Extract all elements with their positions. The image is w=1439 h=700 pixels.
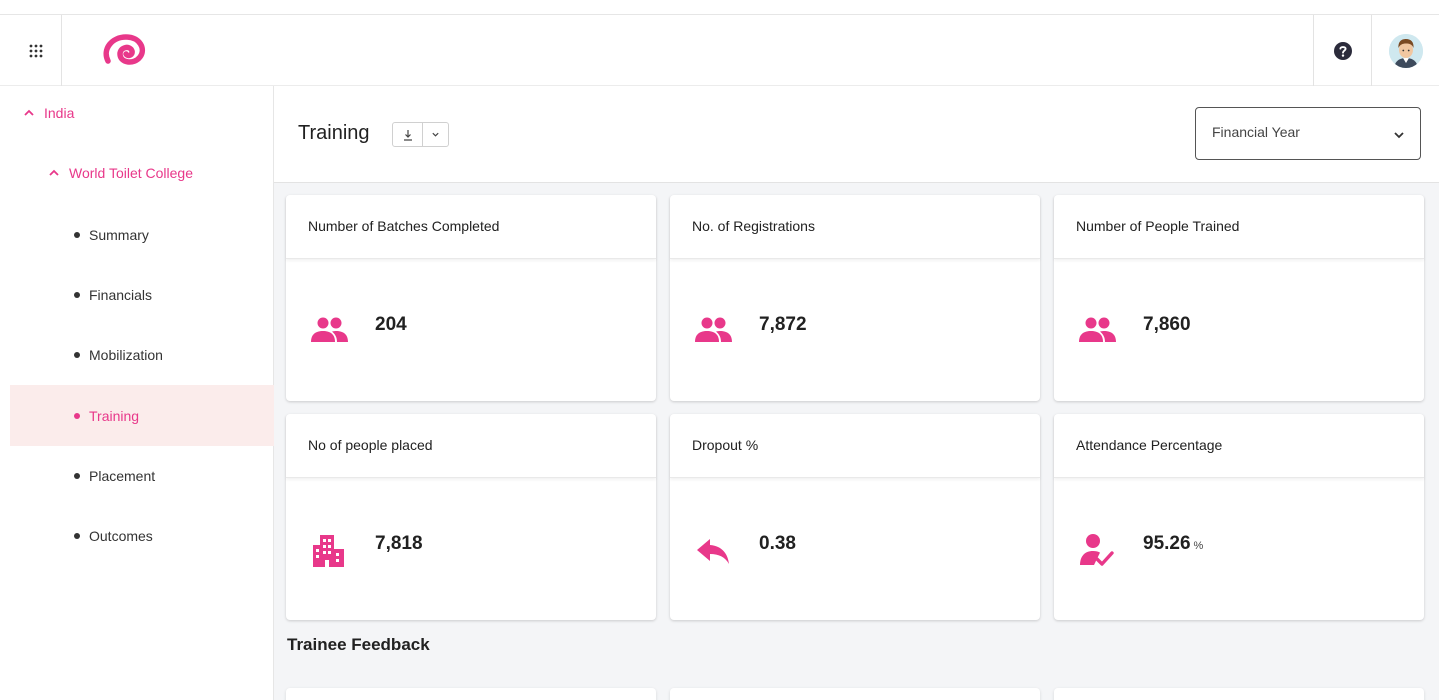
card-value: 7,860 (1143, 314, 1191, 335)
card-title: Dropout % (692, 437, 759, 453)
person-check-icon (1080, 534, 1114, 566)
card-value: 7,818 (375, 533, 423, 554)
download-icon (403, 129, 412, 141)
sidebar-item-summary[interactable]: Summary (10, 204, 274, 265)
card-value-number: 95.26 (1143, 533, 1191, 554)
chevron-down-icon (432, 132, 439, 137)
bullet-icon (74, 291, 80, 298)
sidebar-item-training[interactable]: Training (10, 385, 274, 446)
download-button-group (392, 122, 449, 147)
card-value: 7,872 (759, 314, 807, 335)
user-menu[interactable] (1371, 15, 1439, 87)
card-header: Attendance Percentage (1054, 414, 1424, 478)
bullet-icon (74, 351, 80, 358)
people-icon (1079, 317, 1116, 342)
help-button[interactable] (1313, 15, 1371, 87)
card-header: No of people placed (286, 414, 656, 478)
sidebar-item-label: Mobilization (89, 346, 163, 363)
building-icon (313, 535, 344, 567)
card-title: Attendance Percentage (1076, 437, 1223, 453)
card-title: No. of Registrations (692, 218, 815, 234)
bullet-icon (74, 231, 80, 238)
country-label: India (44, 105, 75, 121)
feedback-card (670, 688, 1040, 700)
people-icon (311, 317, 348, 342)
feedback-card (286, 688, 656, 700)
card-header: Number of People Trained (1054, 195, 1424, 259)
main-content: Training Financial Year Number of Batche… (274, 86, 1439, 700)
sidebar-item-label: Placement (89, 467, 156, 484)
sidebar-item-label: Summary (89, 226, 149, 243)
chevron-up-icon (24, 109, 34, 116)
sidebar-item-label: Financials (89, 286, 153, 303)
card-header: Dropout % (670, 414, 1040, 478)
feedback-card (1054, 688, 1424, 700)
card-title: Number of Batches Completed (308, 218, 500, 234)
sidebar-item-financials[interactable]: Financials (10, 264, 274, 325)
sidebar: India World Toilet College Summary Finan… (0, 86, 274, 700)
kpi-card-people-placed: No of people placed 7,818 (286, 414, 656, 620)
tree-node-organization[interactable]: World Toilet College (47, 165, 193, 181)
brand-logo[interactable] (100, 33, 150, 69)
sidebar-item-label: Outcomes (89, 527, 153, 544)
people-icon (695, 317, 732, 342)
help-icon (1333, 42, 1352, 60)
reply-arrow-icon (697, 539, 729, 564)
download-button[interactable] (393, 123, 423, 146)
card-value-unit: % (1193, 540, 1204, 552)
apps-grid-icon (29, 44, 42, 58)
section-title: Trainee Feedback (287, 635, 430, 654)
sidebar-item-mobilization[interactable]: Mobilization (10, 324, 274, 385)
card-header: No. of Registrations (670, 195, 1040, 259)
chevron-down-icon (1394, 132, 1404, 139)
kpi-card-registrations: No. of Registrations 7,872 (670, 195, 1040, 401)
chevron-up-icon (49, 169, 59, 176)
financial-year-select[interactable]: Financial Year (1195, 107, 1421, 160)
tree-node-country[interactable]: India (22, 105, 74, 121)
card-value: 95.26% (1143, 533, 1203, 555)
card-value: 0.38 (759, 533, 796, 554)
bullet-icon (74, 412, 80, 419)
page-title: Training (298, 122, 370, 144)
sidebar-item-outcomes[interactable]: Outcomes (10, 505, 274, 566)
swirl-logo-icon (103, 34, 146, 65)
kpi-card-people-trained: Number of People Trained 7,860 (1054, 195, 1424, 401)
card-header: Number of Batches Completed (286, 195, 656, 259)
kpi-card-dropout: Dropout % 0.38 (670, 414, 1040, 620)
card-title: No of people placed (308, 437, 433, 453)
sidebar-item-label: Training (89, 407, 140, 424)
kpi-card-attendance: Attendance Percentage 95.26% (1054, 414, 1424, 620)
organization-label: World Toilet College (69, 165, 193, 181)
financial-year-label: Financial Year (1212, 124, 1300, 140)
sidebar-item-placement[interactable]: Placement (10, 445, 274, 506)
bullet-icon (74, 532, 80, 539)
apps-grid-button[interactable] (10, 15, 62, 87)
card-title: Number of People Trained (1076, 218, 1240, 234)
user-avatar-icon (1388, 34, 1423, 68)
page-header: Training Financial Year (274, 86, 1439, 183)
card-value: 204 (375, 314, 407, 335)
bullet-icon (74, 472, 80, 479)
top-bar (0, 14, 1439, 87)
download-options-button[interactable] (423, 123, 448, 146)
avatar (1388, 34, 1423, 68)
kpi-card-batches-completed: Number of Batches Completed 204 (286, 195, 656, 401)
